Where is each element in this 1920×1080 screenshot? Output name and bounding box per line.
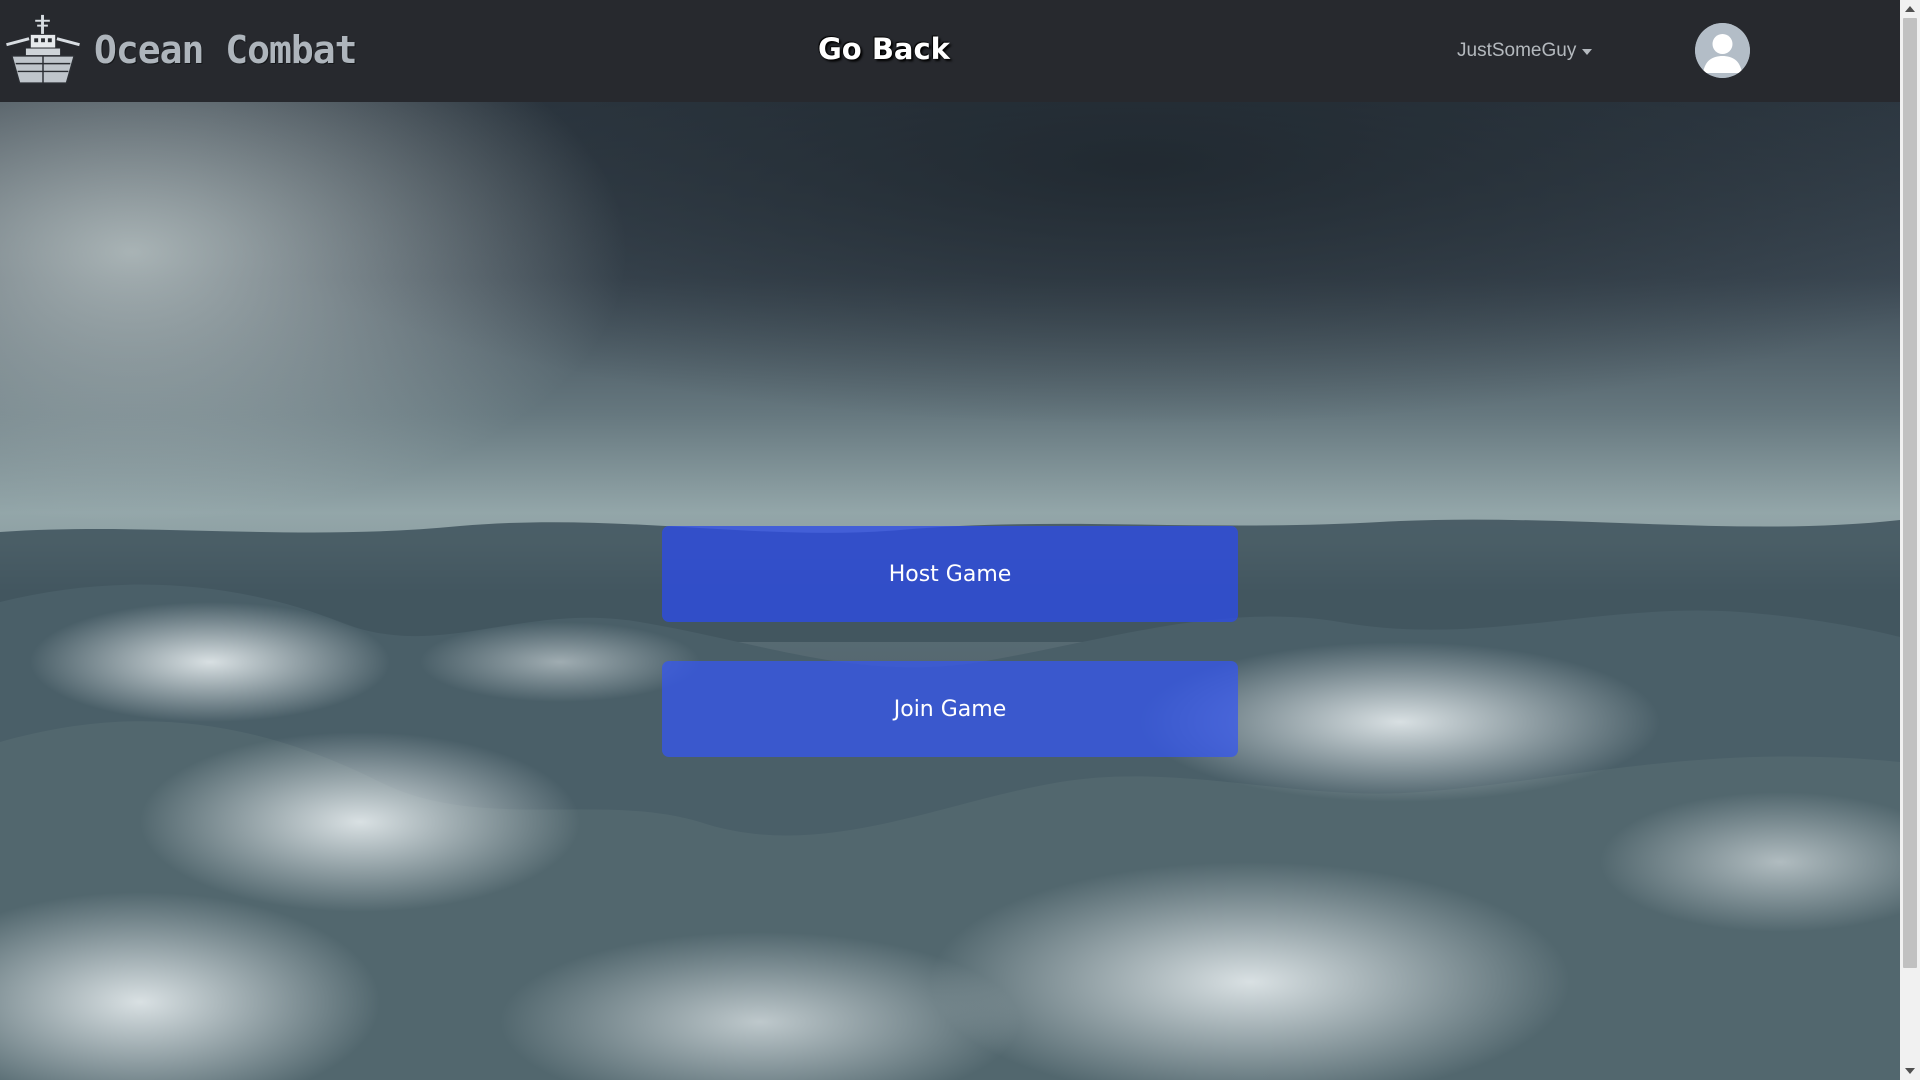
scroll-up-icon[interactable] — [1905, 6, 1915, 12]
vertical-scrollbar[interactable] — [1900, 0, 1920, 1080]
navbar: Ocean Combat Go Back JustSomeGuy — [0, 0, 1900, 102]
avatar[interactable] — [1695, 23, 1750, 78]
scroll-down-icon[interactable] — [1905, 1068, 1915, 1074]
join-game-button[interactable]: Join Game — [662, 661, 1238, 757]
brand-word-ocean: Ocean — [94, 28, 204, 72]
game-actions: Host Game Join Game — [662, 526, 1238, 796]
caret-down-icon — [1582, 48, 1593, 55]
go-back-link[interactable]: Go Back — [818, 32, 950, 66]
user-name: JustSomeGuy — [1457, 40, 1577, 61]
user-silhouette-icon — [1695, 23, 1750, 78]
host-game-button[interactable]: Host Game — [662, 526, 1238, 622]
user-dropdown-toggle[interactable]: JustSomeGuy — [1457, 40, 1593, 62]
brand-name: Ocean Combat — [94, 28, 358, 72]
brand-link[interactable]: Ocean Combat — [4, 10, 358, 90]
scrollbar-thumb[interactable] — [1903, 18, 1917, 968]
page: Ocean Combat Go Back JustSomeGuy Host Ga… — [0, 0, 1920, 1080]
brand-word-combat: Combat — [225, 28, 357, 72]
battleship-icon — [4, 11, 82, 89]
